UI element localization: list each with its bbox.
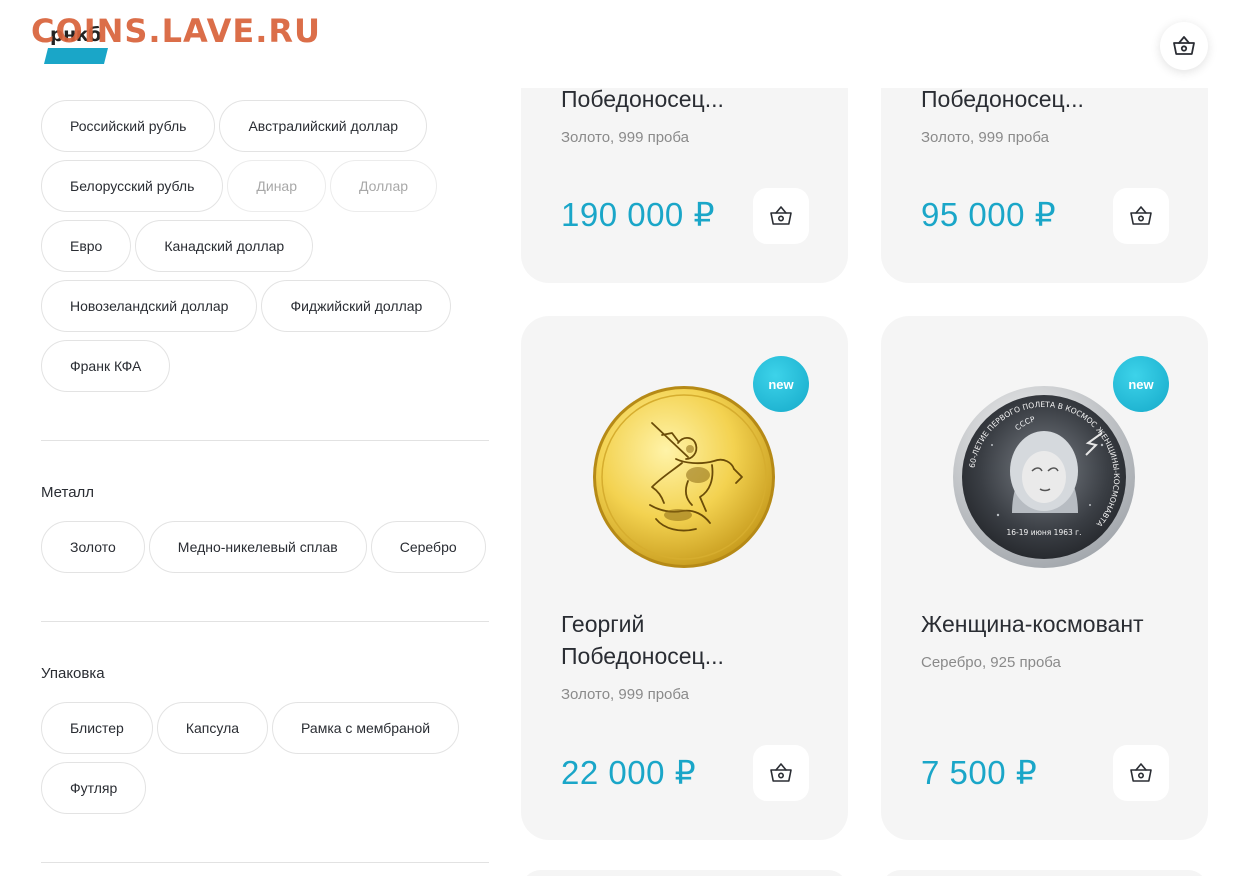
packaging-filter-title: Упаковка — [41, 665, 105, 682]
filter-chip[interactable]: Рамка с мембраной — [272, 702, 460, 754]
basket-icon — [770, 763, 792, 782]
product-title[interactable]: Женщина-космовант — [921, 608, 1144, 640]
basket-icon — [770, 206, 792, 225]
filter-sidebar: Российский рубль Австралийский доллар Бело… — [41, 100, 489, 863]
add-to-cart-button[interactable] — [753, 745, 809, 801]
basket-icon — [1130, 763, 1152, 782]
product-material: Золото, 999 проба — [561, 129, 689, 146]
watermark: COINS.LAVE.RU — [31, 12, 321, 50]
logo-stripe — [44, 48, 108, 64]
product-price: 22 000 ₽ — [561, 754, 697, 791]
product-card[interactable]: new СССР 60-ЛЕТИЕ ПЕРВОГО ПОЛЕТА В КОСМО… — [881, 316, 1208, 840]
silver-coin-image[interactable]: СССР 60-ЛЕТИЕ ПЕРВОГО ПОЛЕТА В КОСМОС ЖЕ… — [952, 385, 1136, 569]
product-material: Золото, 999 проба — [561, 686, 689, 703]
add-to-cart-button[interactable] — [753, 188, 809, 244]
product-material: Золото, 999 проба — [921, 129, 1049, 146]
filter-chip[interactable]: Фиджийский доллар — [261, 280, 452, 332]
product-material: Серебро, 925 проба — [921, 654, 1061, 671]
filter-chip[interactable]: Российский рубль — [41, 100, 216, 152]
filter-chip[interactable]: Золото — [41, 521, 145, 573]
product-price: 190 000 ₽ — [561, 196, 715, 233]
add-to-cart-button[interactable] — [1113, 745, 1169, 801]
header-cart-button[interactable] — [1160, 22, 1208, 70]
divider — [41, 621, 489, 622]
filter-chip[interactable]: Медно-никелевый сплав — [148, 521, 367, 573]
filter-chip[interactable]: Блистер — [41, 702, 153, 754]
product-card[interactable]: new Георгий Победоносец... Золото, 999 п… — [521, 316, 848, 840]
filter-chip[interactable]: Австралийский доллар — [219, 100, 428, 152]
filter-chip[interactable]: Евро — [41, 220, 132, 272]
product-card-partial[interactable] — [881, 870, 1208, 876]
basket-icon — [1130, 206, 1152, 225]
product-price: 7 500 ₽ — [921, 754, 1038, 791]
filter-chip[interactable]: Капсула — [156, 702, 269, 754]
new-badge: new — [1113, 356, 1169, 412]
divider — [41, 862, 489, 863]
packaging-filter-group: Блистер Капсула Рамка с мембраной Футляр — [41, 702, 489, 814]
filter-chip[interactable]: Франк КФА — [41, 340, 171, 392]
coin-date-text: 16-19 июня 1963 г. — [1007, 528, 1082, 537]
metal-filter-title: Металл — [41, 484, 95, 501]
product-title-line1[interactable]: Георгий — [561, 608, 644, 640]
new-badge: new — [753, 356, 809, 412]
filter-chip[interactable]: Новозеландский доллар — [41, 280, 258, 332]
divider — [41, 440, 489, 441]
product-title-line2[interactable]: Победоносец... — [561, 640, 724, 672]
add-to-cart-button[interactable] — [1113, 188, 1169, 244]
filter-chip[interactable]: Доллар — [330, 160, 438, 212]
currency-filter-group: Российский рубль Австралийский доллар Бело… — [41, 100, 489, 392]
basket-icon — [1173, 36, 1195, 55]
metal-filter-group: Золото Медно-никелевый сплав Серебро — [41, 521, 489, 573]
filter-chip[interactable]: Канадский доллар — [135, 220, 314, 272]
filter-chip[interactable]: Белорусский рубль — [41, 160, 224, 212]
filter-chip[interactable]: Футляр — [41, 762, 147, 814]
filter-chip[interactable]: Серебро — [370, 521, 486, 573]
product-card-partial[interactable] — [521, 870, 848, 876]
gold-coin-image[interactable] — [592, 385, 776, 569]
product-price: 95 000 ₽ — [921, 196, 1057, 233]
filter-chip[interactable]: Динар — [227, 160, 326, 212]
